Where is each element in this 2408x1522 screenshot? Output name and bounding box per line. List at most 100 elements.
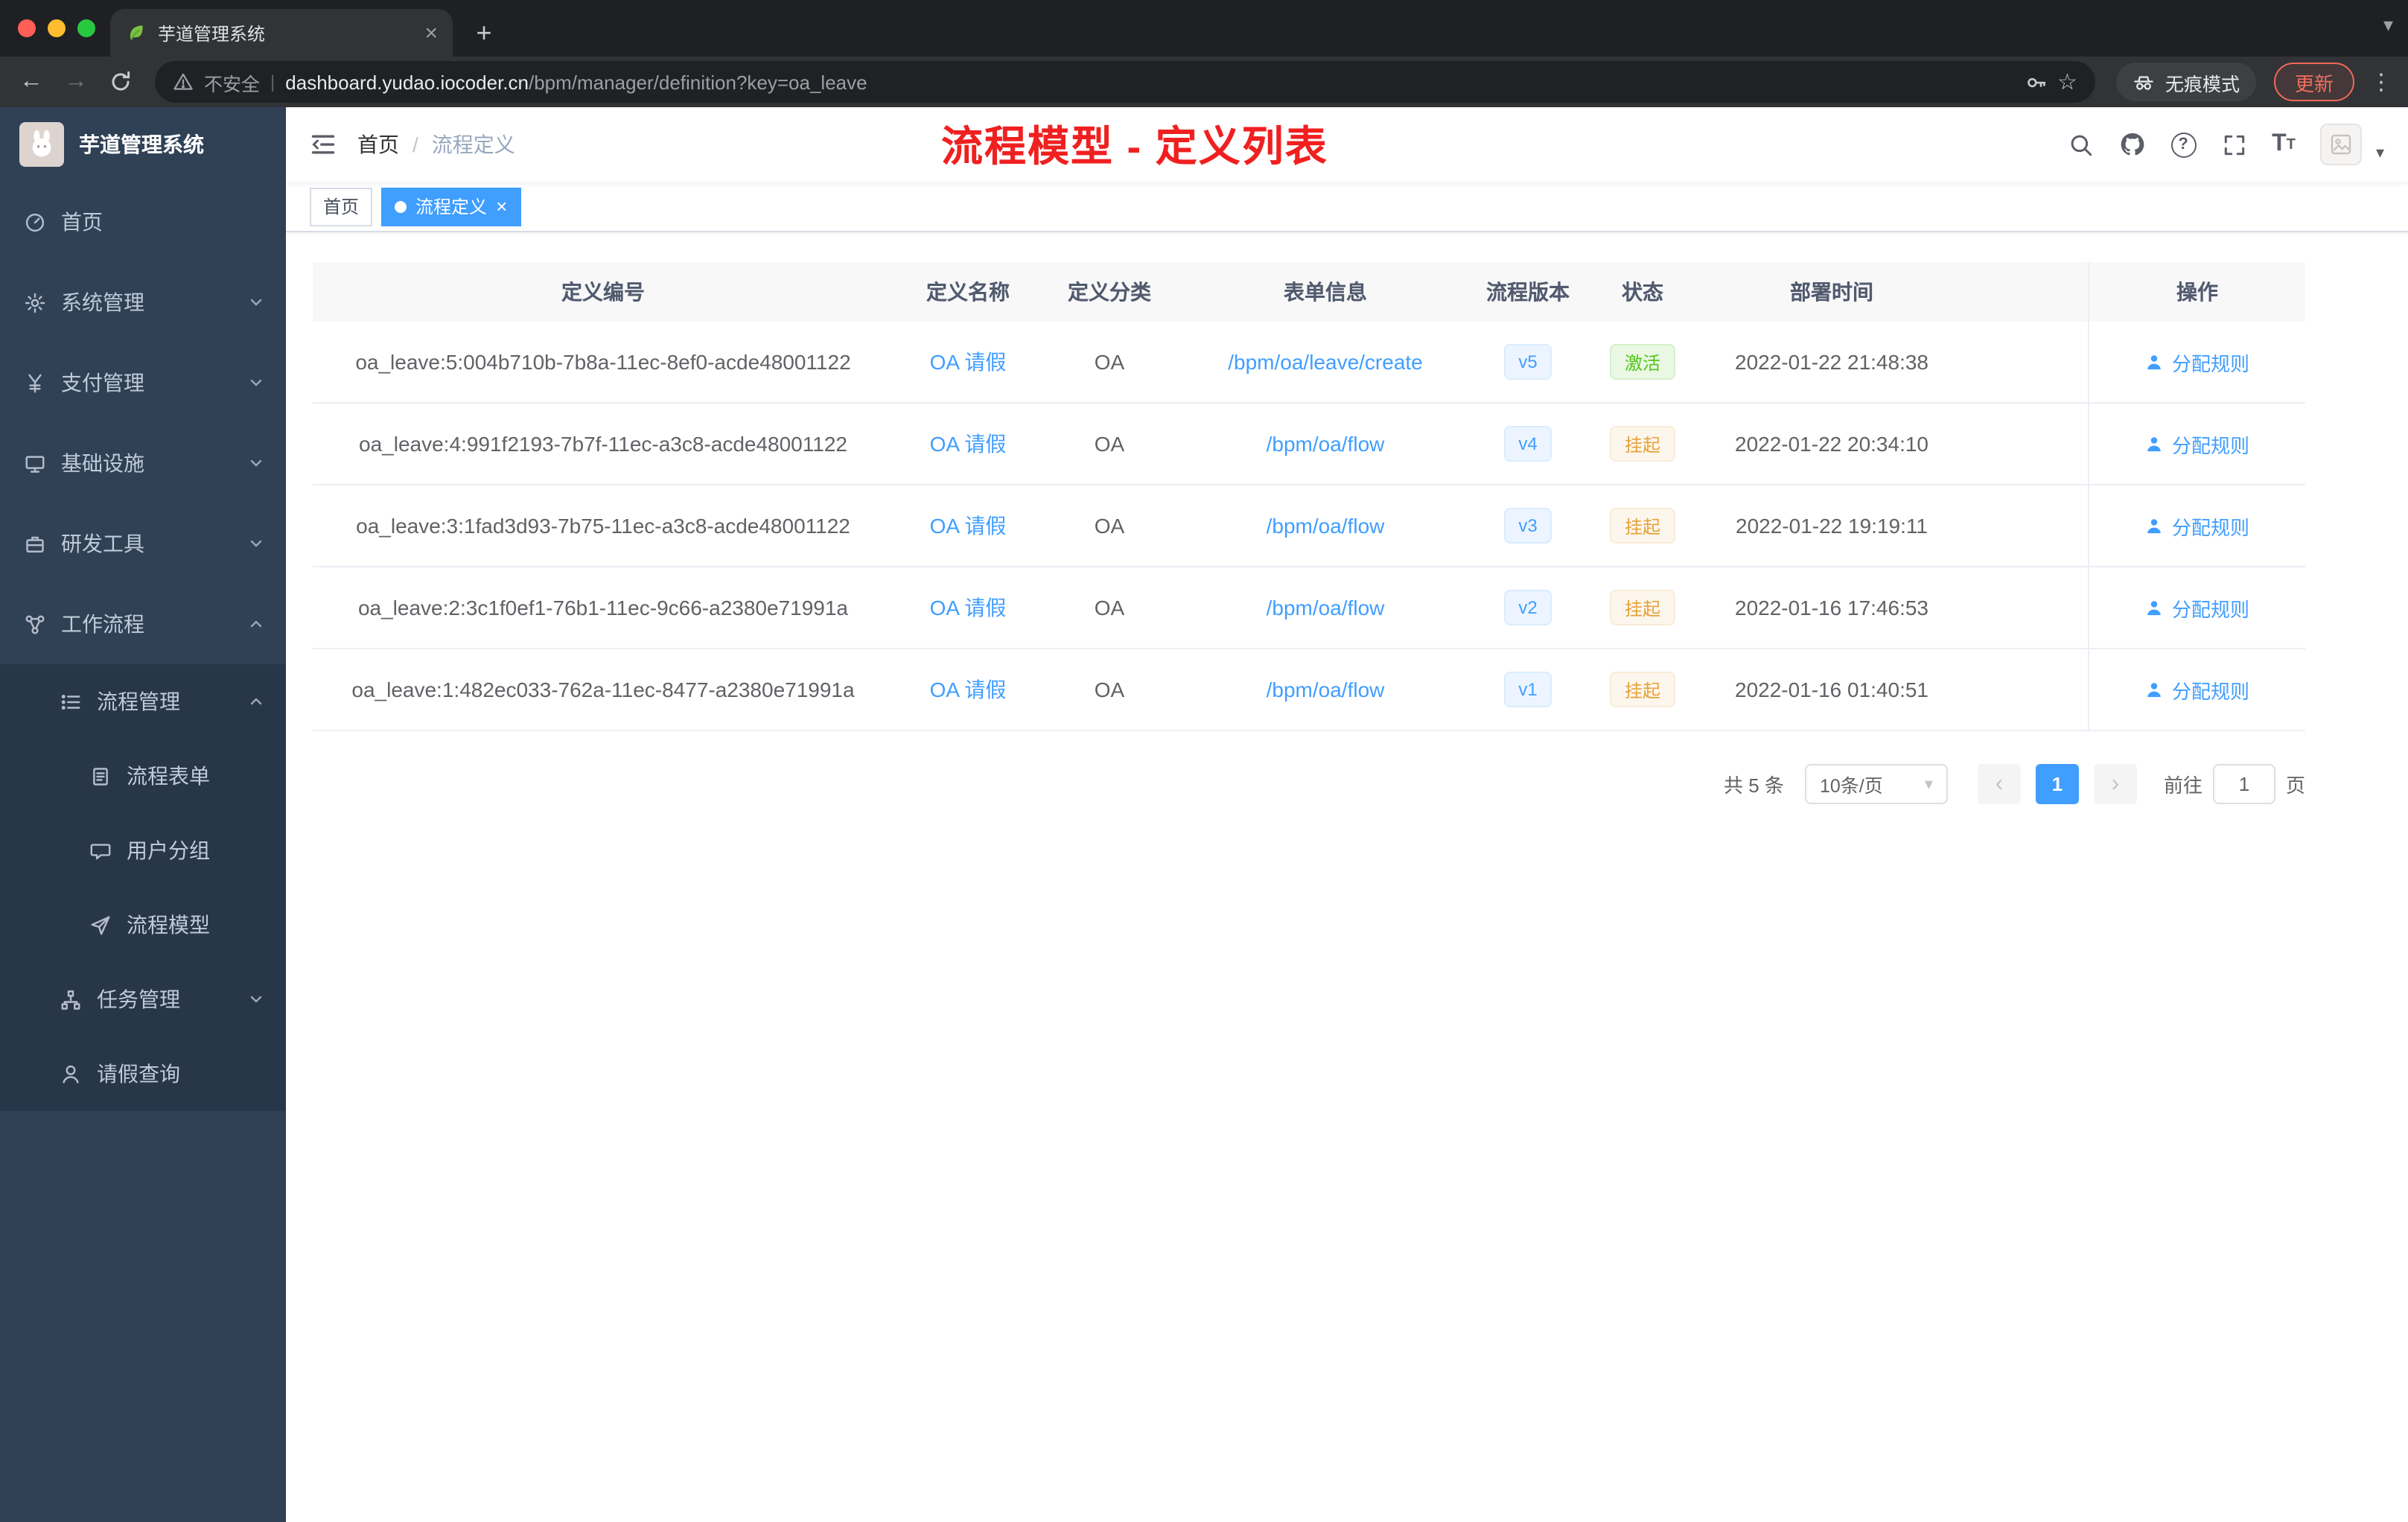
bookmark-star-icon[interactable]: ☆ bbox=[2057, 69, 2077, 95]
assign-rule-label: 分配规则 bbox=[2171, 352, 2249, 375]
update-label: 更新 bbox=[2294, 72, 2334, 95]
breadcrumb-home[interactable]: 首页 bbox=[357, 130, 399, 159]
cell-deploy-time: 2022-01-16 17:46:53 bbox=[1735, 596, 1928, 620]
sidebar-item-process-model[interactable]: 流程模型 bbox=[0, 888, 286, 962]
url-path: /bpm/manager/definition?key=oa_leave bbox=[529, 71, 867, 93]
question-glyph: ? bbox=[2178, 136, 2188, 153]
gear-icon bbox=[24, 291, 46, 313]
definition-name-link[interactable]: OA 请假 bbox=[930, 347, 1007, 377]
assign-rule-button[interactable]: 分配规则 bbox=[2145, 593, 2249, 622]
sidebar-item-home[interactable]: 首页 bbox=[0, 182, 286, 262]
tag-process-definition[interactable]: 流程定义 × bbox=[381, 187, 521, 226]
chevron-down-icon bbox=[247, 293, 265, 311]
user-avatar[interactable] bbox=[2320, 124, 2363, 165]
version-badge: v5 bbox=[1503, 344, 1552, 380]
assign-rule-button[interactable]: 分配规则 bbox=[2145, 348, 2249, 376]
form-link[interactable]: /bpm/oa/flow bbox=[1267, 678, 1385, 701]
assign-rule-button[interactable]: 分配规则 bbox=[2145, 675, 2249, 704]
maximize-window-button[interactable] bbox=[77, 19, 95, 37]
minimize-window-button[interactable] bbox=[48, 19, 66, 37]
page-size-select[interactable]: 10条/页 ▾ bbox=[1804, 764, 1948, 804]
assign-rule-button[interactable]: 分配规则 bbox=[2145, 512, 2249, 540]
sidebar-item-task-management[interactable]: 任务管理 bbox=[0, 962, 286, 1037]
next-page-button[interactable]: › bbox=[2093, 764, 2137, 804]
version-badge: v3 bbox=[1503, 508, 1552, 544]
fullscreen-icon[interactable] bbox=[2221, 132, 2246, 157]
sidebar-collapse-icon[interactable] bbox=[310, 131, 337, 158]
page-number-1[interactable]: 1 bbox=[2035, 764, 2079, 804]
not-secure-warning-icon[interactable] bbox=[173, 71, 194, 92]
avatar-caret-down-icon[interactable]: ▾ bbox=[2376, 143, 2384, 165]
chevron-down-icon bbox=[247, 454, 265, 472]
forward-button[interactable]: → bbox=[57, 63, 95, 101]
sidebar-item-label: 用户分组 bbox=[127, 838, 210, 862]
definition-name-link[interactable]: OA 请假 bbox=[930, 675, 1007, 704]
assign-rule-button[interactable]: 分配规则 bbox=[2145, 430, 2249, 458]
password-key-icon[interactable] bbox=[2025, 71, 2047, 93]
app-logo-avatar bbox=[19, 122, 64, 167]
sidebar-item-user-group[interactable]: 用户分组 bbox=[0, 813, 286, 888]
browser-tab[interactable]: 芋道管理系统 × bbox=[110, 9, 453, 57]
version-badge: v2 bbox=[1503, 590, 1552, 625]
sidebar-logo[interactable]: 芋道管理系统 bbox=[0, 107, 286, 182]
search-icon[interactable] bbox=[2068, 132, 2093, 157]
address-bar[interactable]: 不安全 | dashboard.yudao.iocoder.cn/bpm/man… bbox=[155, 61, 2095, 103]
chevron-down-icon bbox=[247, 990, 265, 1008]
sidebar-item-process-management[interactable]: 流程管理 bbox=[0, 664, 286, 739]
goto-page-input[interactable] bbox=[2212, 764, 2275, 804]
help-icon[interactable]: ? bbox=[2170, 132, 2197, 157]
sidebar-item-infrastructure[interactable]: 基础设施 bbox=[0, 423, 286, 503]
tab-search-chevron-icon[interactable]: ▾ bbox=[2383, 13, 2393, 37]
url-domain: dashboard.yudao.iocoder.cn bbox=[285, 71, 529, 93]
sidebar-item-devtools[interactable]: 研发工具 bbox=[0, 503, 286, 584]
col-header: 定义名称 bbox=[926, 280, 1010, 304]
sidebar-item-system[interactable]: 系统管理 bbox=[0, 262, 286, 343]
prev-page-button[interactable]: ‹ bbox=[1977, 764, 2021, 804]
cell-deploy-time: 2022-01-22 19:19:11 bbox=[1736, 514, 1928, 538]
status-badge: 挂起 bbox=[1609, 508, 1675, 544]
new-tab-button[interactable]: + bbox=[465, 13, 503, 52]
form-link[interactable]: /bpm/oa/flow bbox=[1267, 596, 1385, 620]
table-row: oa_leave:4:991f2193-7b7f-11ec-a3c8-acde4… bbox=[313, 404, 2305, 485]
tree-icon bbox=[60, 988, 82, 1010]
version-badge: v4 bbox=[1503, 426, 1552, 462]
sidebar-item-label: 工作流程 bbox=[61, 612, 144, 636]
form-link[interactable]: /bpm/oa/flow bbox=[1267, 432, 1385, 456]
tag-home[interactable]: 首页 bbox=[310, 187, 373, 226]
font-size-icon[interactable]: TT bbox=[2272, 131, 2296, 158]
definition-name-link[interactable]: OA 请假 bbox=[930, 429, 1007, 459]
tag-close-icon[interactable]: × bbox=[496, 197, 507, 216]
definition-name-link[interactable]: OA 请假 bbox=[930, 511, 1007, 541]
cell-category: OA bbox=[1094, 432, 1125, 456]
toolbox-icon bbox=[24, 532, 46, 555]
url-text[interactable]: dashboard.yudao.iocoder.cn/bpm/manager/d… bbox=[285, 71, 2014, 93]
status-badge: 挂起 bbox=[1609, 426, 1675, 462]
sidebar-item-label: 任务管理 bbox=[97, 987, 180, 1011]
sidebar-item-workflow[interactable]: 工作流程 bbox=[0, 584, 286, 664]
dashboard-icon bbox=[24, 211, 46, 233]
github-icon[interactable] bbox=[2118, 131, 2145, 158]
cell-definition-id: oa_leave:3:1fad3d93-7b75-11ec-a3c8-acde4… bbox=[356, 514, 850, 538]
sidebar-item-leave-query[interactable]: 请假查询 bbox=[0, 1037, 286, 1111]
browser-menu-icon[interactable]: ⋮ bbox=[2366, 69, 2396, 95]
definition-name-link[interactable]: OA 请假 bbox=[930, 593, 1007, 623]
form-icon bbox=[89, 765, 112, 787]
form-link[interactable]: /bpm/oa/leave/create bbox=[1228, 350, 1423, 374]
col-header: 表单信息 bbox=[1284, 280, 1367, 304]
close-window-button[interactable] bbox=[18, 19, 36, 37]
reload-button[interactable] bbox=[101, 63, 140, 101]
sidebar-item-payment[interactable]: 支付管理 bbox=[0, 343, 286, 423]
window-controls bbox=[18, 0, 95, 57]
workspace: 芋道管理系统 首页 系统管理 支付管理 基础设施 研发工具 工作流程 流程管理 … bbox=[0, 107, 2408, 1522]
cell-deploy-time: 2022-01-22 20:34:10 bbox=[1735, 432, 1928, 456]
col-header: 流程版本 bbox=[1486, 280, 1570, 304]
font-size-small-glyph: T bbox=[2286, 136, 2296, 153]
form-link[interactable]: /bpm/oa/flow bbox=[1267, 514, 1385, 538]
tab-close-icon[interactable]: × bbox=[424, 22, 438, 44]
chrome-update-button[interactable]: 更新 bbox=[2273, 63, 2354, 101]
back-button[interactable]: ← bbox=[12, 63, 51, 101]
col-header: 操作 bbox=[2088, 262, 2305, 322]
assign-rule-label: 分配规则 bbox=[2171, 598, 2249, 620]
security-label[interactable]: 不安全 bbox=[204, 68, 260, 96]
sidebar-item-process-form[interactable]: 流程表单 bbox=[0, 739, 286, 813]
